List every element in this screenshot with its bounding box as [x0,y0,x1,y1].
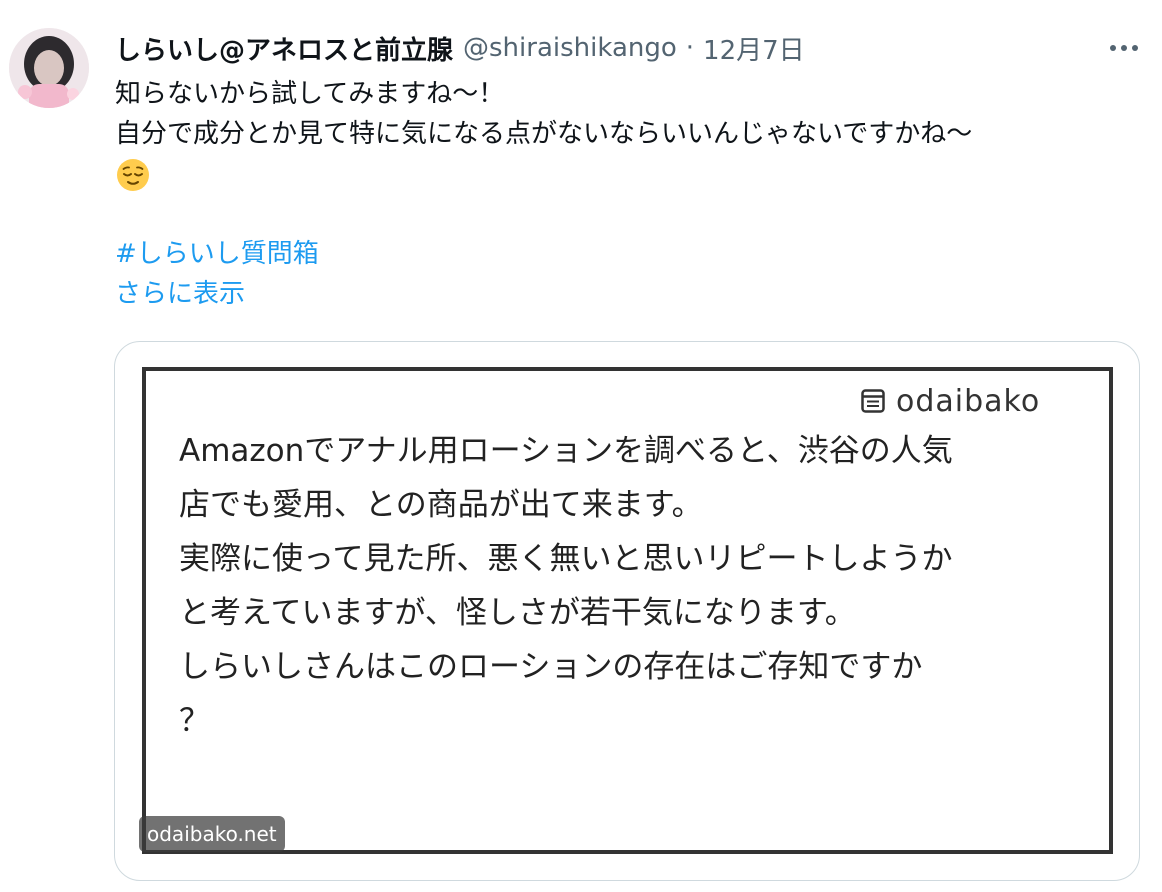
question-line: 店でも愛用、との商品が出て来ます。 [179,487,703,523]
question-line: ？ [179,703,210,739]
show-more-link[interactable]: さらに表示 [115,274,1145,314]
tweet-text: 知らないから試してみますね〜！ 自分で成分とか見て特に気になる点がないならいいん… [115,74,1145,314]
avatar[interactable] [9,28,89,108]
question-line: 実際に使って見た所、悪く無いと思いリピートしようか [179,541,953,577]
brand-header: odaibako [846,377,1055,425]
note-icon [861,389,885,413]
question-line: と考えていますが、怪しさが若干気になります。 [179,595,856,631]
avatar-image [9,28,89,108]
more-icon [1110,45,1138,51]
tweet-text-line: 自分で成分とか見て特に気になる点がないならいいんじゃないですかね〜 [115,119,973,149]
question-line: しらいしさんはこのローションの存在はご存知ですか [179,649,923,685]
more-options-button[interactable] [1104,30,1144,66]
tweet: しらいし@アネロスと前立腺 @shiraishikango · 12月7日 知ら… [0,0,1162,892]
tweet-text-line: 知らないから試してみますね〜！ [115,79,505,109]
tweet-header: しらいし@アネロスと前立腺 @shiraishikango · 12月7日 [115,28,805,68]
question-line: Amazonでアナル用ローションを調べると、渋谷の人気 [179,433,953,469]
card-domain-badge: odaibako.net [139,816,285,852]
brand-name: odaibako [896,383,1041,419]
hashtag-link[interactable]: #しらいし質問箱 [115,234,1145,274]
question-text: Amazonでアナル用ローションを調べると、渋谷の人気 店でも愛用、との商品が出… [179,424,1079,748]
user-handle[interactable]: @shiraishikango [463,33,677,63]
odaibako-card[interactable]: odaibako Amazonでアナル用ローションを調べると、渋谷の人気 店でも… [114,341,1140,881]
tweet-date[interactable]: 12月7日 [703,30,805,67]
separator-dot: · [685,33,695,63]
relieved-face-icon [117,158,149,191]
display-name[interactable]: しらいし@アネロスと前立腺 [115,30,453,67]
